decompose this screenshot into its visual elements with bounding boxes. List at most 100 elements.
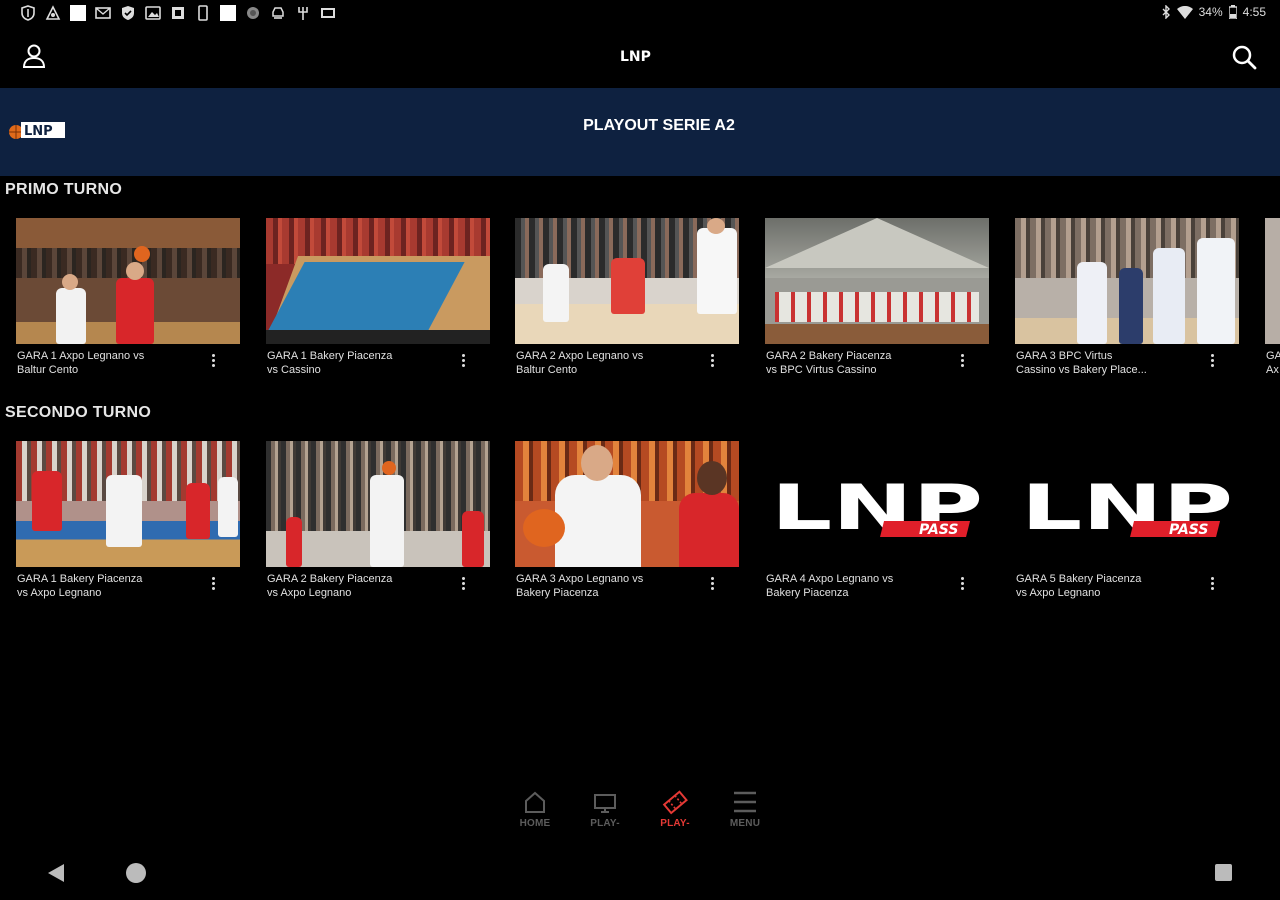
back-icon[interactable] [46, 862, 66, 884]
more-options-icon[interactable] [1205, 574, 1219, 592]
thumb-gable [765, 218, 989, 268]
more-options-icon[interactable] [705, 574, 719, 592]
wifi-icon [1176, 5, 1193, 19]
thumb-player [555, 475, 641, 567]
status-right: 34% 4:55 [1161, 5, 1266, 19]
nav-play-pass[interactable]: PLAY- [645, 788, 705, 829]
video-thumbnail[interactable] [1015, 218, 1239, 344]
thumb-player [697, 228, 737, 314]
thumb-player [106, 475, 142, 547]
video-card[interactable]: GARA 3 BPC Virtus Cassino vs Bakery Place… [1015, 218, 1239, 376]
nav-play-tv[interactable]: PLAY- [575, 788, 635, 829]
video-thumbnail[interactable] [16, 218, 240, 344]
phone-icon [195, 5, 211, 21]
more-options-icon[interactable] [206, 351, 220, 369]
brand-text: LNP [620, 49, 651, 64]
lnp-brand-logo: LNP [620, 48, 662, 65]
video-title: GARA 4 Axpo Legnano vs Bakery Piacenza [766, 573, 894, 599]
thumb-ball [382, 461, 396, 475]
more-options-icon[interactable] [456, 574, 470, 592]
thumb-player [186, 483, 210, 539]
lnp-pass-logo: LNP PASS [1021, 471, 1233, 539]
video-card[interactable]: GARA 2 Bakery Piacenza vs Axpo Legnano [266, 441, 490, 599]
video-thumbnail[interactable] [16, 441, 240, 567]
video-thumbnail-placeholder[interactable]: LNP PASS [1015, 441, 1239, 567]
video-card[interactable]: GARA 1 Axpo Legnano vs Baltur Cento [16, 218, 240, 376]
more-options-icon[interactable] [456, 351, 470, 369]
video-title: GARA 2 Axpo Legnano vs Baltur Cento [516, 350, 644, 376]
white-square-icon [70, 5, 86, 21]
video-title: GAAx [1266, 350, 1280, 376]
thumb-player-head [62, 274, 78, 290]
thumb-player [370, 475, 404, 567]
video-thumbnail[interactable] [1265, 218, 1280, 344]
video-title: GARA 1 Bakery Piacenza vs Cassino [267, 350, 393, 376]
nav-play-pass-label: PLAY- [660, 818, 690, 829]
security-icon [120, 5, 136, 21]
home-circle-icon[interactable] [126, 863, 146, 883]
section-title-primo-turno: PRIMO TURNO [5, 181, 123, 198]
video-thumbnail[interactable] [515, 218, 739, 344]
thumb-player [1197, 238, 1235, 344]
android-auto-icon [45, 5, 61, 21]
nav-home-label: HOME [519, 818, 551, 829]
video-thumbnail[interactable] [266, 441, 490, 567]
battery-icon [1228, 5, 1237, 19]
thumb-player [1153, 248, 1185, 344]
video-row-secondo-turno: GARA 1 Bakery Piacenza vs Axpo Legnano GA… [16, 441, 1280, 611]
lnp-pass-sub-text: PASS [1169, 522, 1208, 538]
thumb-player-head [126, 262, 144, 280]
more-options-icon[interactable] [206, 574, 220, 592]
video-card[interactable]: LNP PASS GARA 4 Axpo Legnano vs Bakery Pi… [765, 441, 989, 599]
mail-icon [95, 5, 111, 21]
video-card[interactable]: GARA 2 Axpo Legnano vs Baltur Cento [515, 218, 739, 376]
video-title: GARA 1 Axpo Legnano vs Baltur Cento [17, 350, 145, 376]
car-icon [270, 5, 286, 21]
recent-apps-icon[interactable] [1215, 864, 1232, 881]
video-card[interactable]: GARA 1 Bakery Piacenza vs Cassino [266, 218, 490, 376]
video-card[interactable]: GARA 2 Bakery Piacenza vs BPC Virtus Cass… [765, 218, 989, 376]
nav-home[interactable]: HOME [505, 788, 565, 829]
more-options-icon[interactable] [1205, 351, 1219, 369]
thumb-scoreboard [266, 330, 490, 344]
photo-icon [145, 5, 161, 21]
thumb-player [611, 258, 645, 314]
thumb-player-head [581, 445, 613, 481]
more-options-icon[interactable] [705, 351, 719, 369]
video-card[interactable]: GARA 1 Bakery Piacenza vs Axpo Legnano [16, 441, 240, 599]
thumb-ball [523, 509, 565, 547]
more-options-icon[interactable] [955, 574, 969, 592]
video-card[interactable]: GARA 3 Axpo Legnano vs Bakery Piacenza [515, 441, 739, 599]
video-thumbnail[interactable] [515, 441, 739, 567]
ticket-icon [662, 790, 688, 815]
video-thumbnail[interactable] [765, 218, 989, 344]
thumb-player [56, 288, 86, 344]
nav-menu[interactable]: MENU [715, 788, 775, 829]
lnp-pass-logo: LNP PASS [771, 471, 983, 539]
video-title: GARA 3 Axpo Legnano vs Bakery Piacenza [516, 573, 644, 599]
section-title-secondo-turno: SECONDO TURNO [5, 404, 152, 421]
thumb-player [1119, 268, 1143, 344]
search-icon[interactable] [1230, 43, 1258, 71]
thumb-player [543, 264, 569, 322]
gallery-icon [320, 5, 336, 21]
menu-icon [734, 791, 756, 813]
shield-icon [20, 5, 36, 21]
video-card[interactable]: GAAx [1265, 218, 1280, 376]
video-row-primo-turno: GARA 1 Axpo Legnano vs Baltur Cento GARA … [16, 218, 1280, 388]
thumb-court [765, 324, 989, 344]
profile-icon[interactable] [20, 42, 48, 70]
thumb-player-head [697, 461, 727, 495]
thumb-ball [134, 246, 150, 262]
white-square-icon [220, 5, 236, 21]
video-thumbnail[interactable] [266, 218, 490, 344]
pitchfork-icon [295, 5, 311, 21]
video-title: GARA 5 Bakery Piacenza vs Axpo Legnano [1016, 573, 1142, 599]
thumb-player [1077, 262, 1107, 344]
video-thumbnail-placeholder[interactable]: LNP PASS [765, 441, 989, 567]
notification-icons [20, 5, 336, 21]
video-card[interactable]: LNP PASS GARA 5 Bakery Piacenza vs Axpo L… [1015, 441, 1239, 599]
app-bar: LNP [0, 26, 1280, 88]
more-options-icon[interactable] [955, 351, 969, 369]
video-title: GARA 3 BPC Virtus Cassino vs Bakery Place… [1016, 350, 1147, 376]
